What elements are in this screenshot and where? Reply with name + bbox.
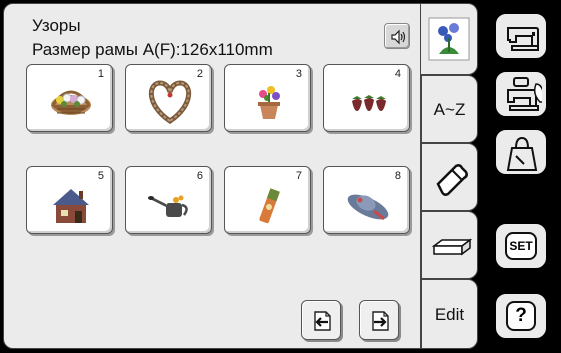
page-title: Узоры [32,16,81,35]
pattern-tile-5[interactable]: 5 [26,166,113,234]
pattern-tile-3[interactable]: 3 [224,64,311,132]
frame-size-label: Размер рамы A(F):126x110mm [32,40,273,59]
pattern-tile-1[interactable]: 1 [26,64,113,132]
page-back-button[interactable] [301,300,341,340]
help-label: ? [506,301,536,331]
tab-alphabet-label: A~Z [433,100,466,119]
tab-eraser[interactable] [421,143,478,211]
sound-button[interactable] [384,23,410,49]
pattern-tile-4[interactable]: 4 [323,64,410,132]
pattern-tile-7[interactable]: 7 [224,166,311,234]
tab-alphabet[interactable]: A~Z [421,75,478,143]
bag-mode-button[interactable] [494,128,548,176]
screen: Узоры Размер рамы A(F):126x110mm 1 2 3 4… [0,0,561,353]
embroidery-mode-button[interactable] [494,70,548,118]
tab-cushion[interactable] [421,211,478,279]
pattern-tile-8[interactable]: 8 [323,166,410,234]
tab-flowers[interactable] [421,3,478,75]
set-label: SET [505,232,537,260]
pattern-tile-2[interactable]: 2 [125,64,212,132]
help-button[interactable]: ? [494,292,548,340]
tab-edit[interactable]: Edit [421,279,478,349]
pattern-tile-6[interactable]: 6 [125,166,212,234]
pattern-panel: Узоры Размер рамы A(F):126x110mm 1 2 3 4… [3,3,421,349]
tab-edit-label: Edit [434,305,465,324]
set-button[interactable]: SET [494,222,548,270]
category-tabs: A~Z Edit [421,3,478,349]
page-forward-button[interactable] [359,300,399,340]
sewing-mode-button[interactable] [494,12,548,60]
